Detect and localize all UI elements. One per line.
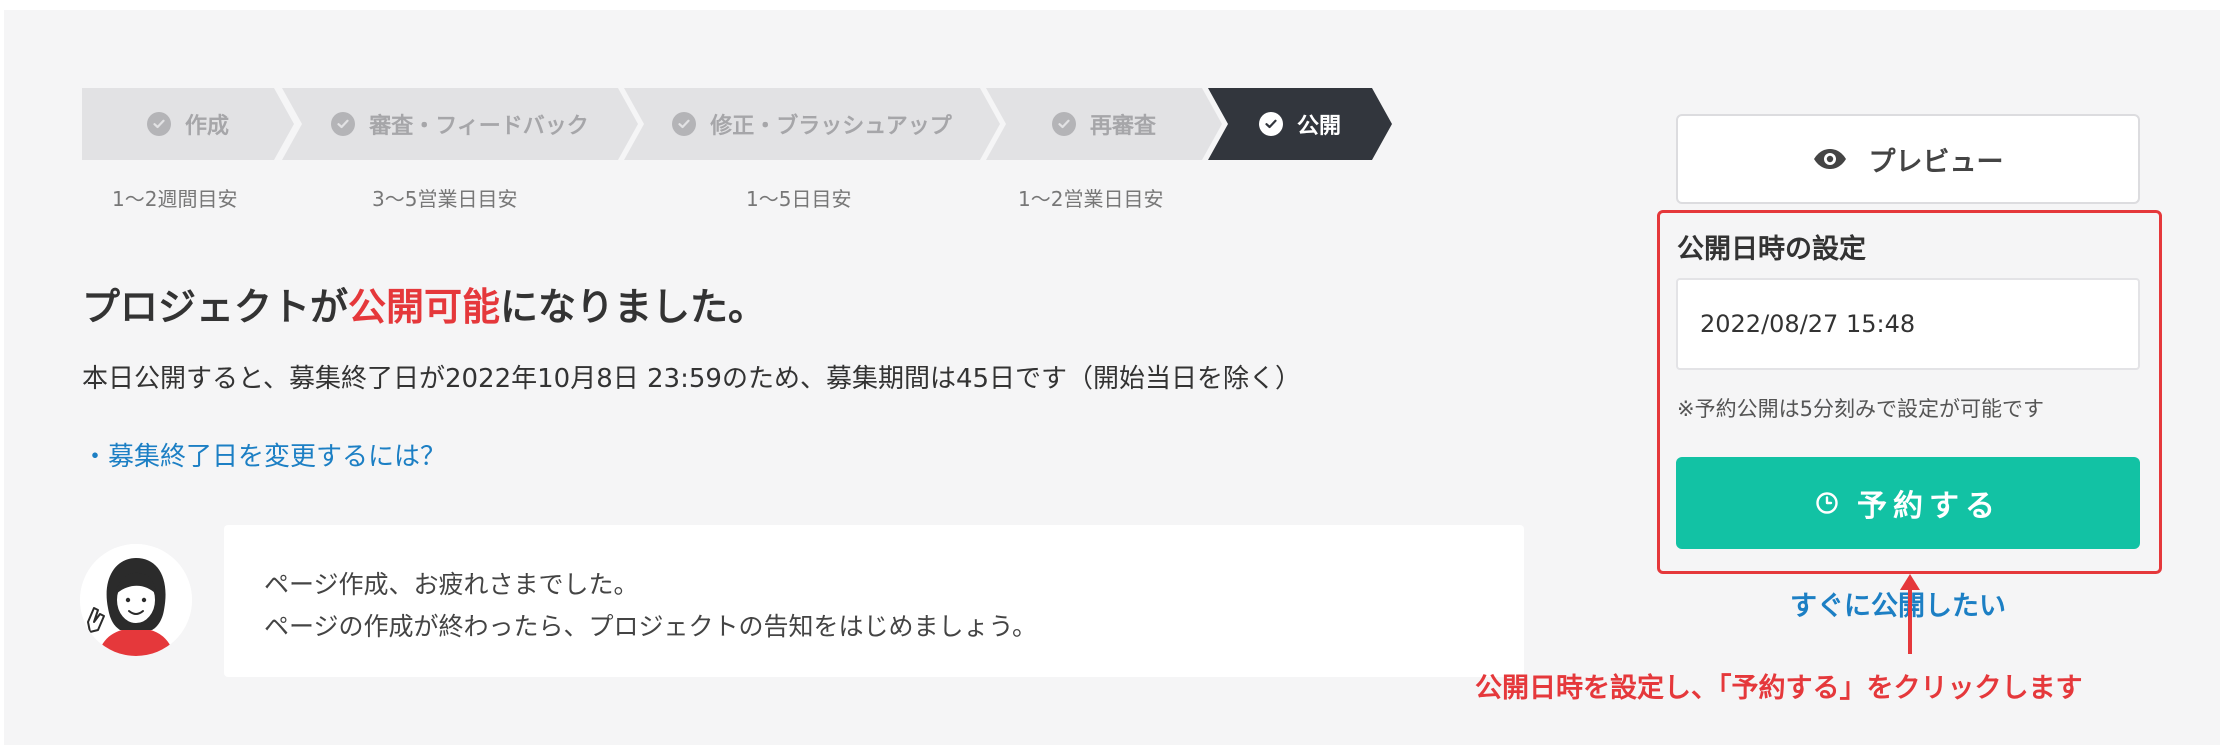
- avatar: [80, 544, 192, 656]
- step-label: 作成: [184, 114, 229, 139]
- step-label: 審査・フィードバック: [369, 114, 589, 139]
- step-label: 公開: [1296, 114, 1341, 139]
- step-create: 作成: [82, 88, 294, 160]
- step-label: 修正・ブラッシュアップ: [710, 114, 952, 139]
- step-revise: 修正・ブラッシュアップ: [624, 88, 1000, 160]
- headline-prefix: プロジェクトが: [82, 285, 349, 329]
- preview-label: プレビュー: [1868, 146, 2004, 178]
- step-publish: 公開: [1208, 88, 1392, 160]
- preview-button[interactable]: プレビュー: [1676, 114, 2140, 204]
- step-re-review: 再審査: [986, 88, 1222, 160]
- check-circle-icon: [672, 112, 696, 136]
- step-duration: 1〜5日目安: [746, 187, 852, 211]
- arrow-up-icon: [1900, 574, 1920, 654]
- step-label: 再審査: [1089, 114, 1156, 139]
- period-description: 本日公開すると、募集終了日が2022年10月8日 23:59のため、募集期間は4…: [82, 364, 1302, 394]
- step-duration: 1〜2営業日目安: [1018, 187, 1164, 211]
- annotation-text: 公開日時を設定し、「予約する」をクリックします: [1475, 673, 2083, 704]
- step-review: 審査・フィードバック: [282, 88, 638, 160]
- check-circle-icon: [331, 112, 355, 136]
- check-circle-icon: [147, 112, 171, 136]
- eye-icon: [1813, 149, 1846, 169]
- check-circle-icon: [1259, 112, 1283, 136]
- reserve-label: 予約する: [1857, 489, 2001, 524]
- headline-highlight: 公開可能: [348, 285, 501, 329]
- headline-suffix: になりました。: [500, 285, 767, 329]
- schedule-note: ※予約公開は5分刻みで設定が可能です: [1677, 397, 2044, 421]
- reserve-button[interactable]: 予約する: [1676, 457, 2140, 549]
- step-duration: 1〜2週間目安: [112, 187, 238, 211]
- message-line: ページの作成が終わったら、プロジェクトの告知をはじめましょう。: [264, 612, 1038, 641]
- message-line: ページ作成、お疲れさまでした。: [264, 570, 639, 599]
- clock-icon: [1816, 492, 1838, 514]
- step-duration: 3〜5営業日目安: [372, 187, 518, 211]
- check-circle-icon: [1052, 112, 1076, 136]
- schedule-title: 公開日時の設定: [1677, 234, 1866, 265]
- page-title: プロジェクトが公開可能になりました。: [82, 276, 766, 331]
- publish-datetime-input[interactable]: [1676, 278, 2140, 370]
- change-end-date-link[interactable]: ・募集終了日を変更するには？: [82, 436, 446, 473]
- message-card: ページ作成、お疲れさまでした。 ページの作成が終わったら、プロジェクトの告知をは…: [224, 525, 1524, 677]
